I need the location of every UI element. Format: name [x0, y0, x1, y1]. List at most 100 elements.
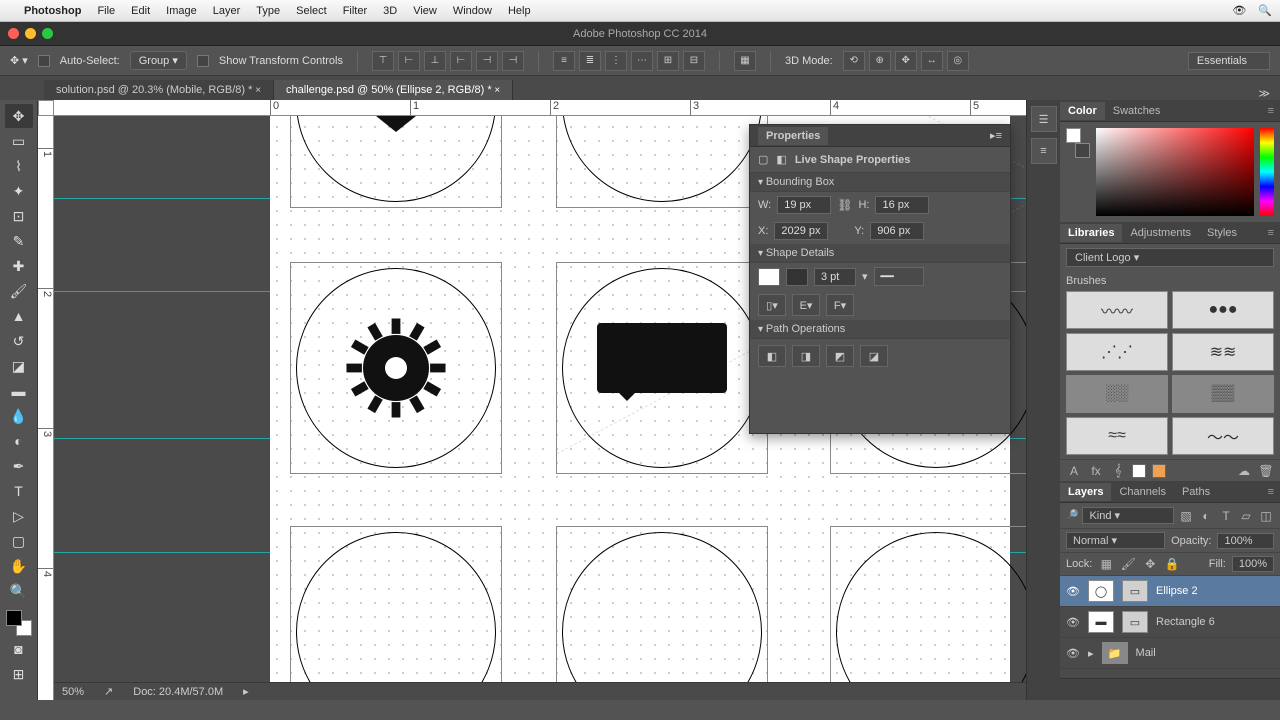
shape-tool-icon[interactable]: ▢	[5, 529, 33, 553]
lock-paint-icon[interactable]: 🖌	[1120, 556, 1136, 572]
crop-tool-icon[interactable]: ⊡	[5, 204, 33, 228]
blend-mode-select[interactable]: Normal ▾	[1066, 532, 1165, 549]
layers-menu-icon[interactable]: ≡	[1262, 486, 1280, 498]
dist-4-icon[interactable]: ⋯	[631, 51, 653, 71]
subtract-icon[interactable]: ◨	[792, 345, 820, 367]
brush-1[interactable]: 〰〰	[1066, 291, 1168, 329]
properties-flyout-icon[interactable]: ▸≡	[990, 129, 1002, 142]
show-transform-checkbox[interactable]	[197, 55, 209, 67]
y-input[interactable]: 906 px	[870, 222, 924, 240]
wand-tool-icon[interactable]: ✦	[5, 179, 33, 203]
h-input[interactable]: 16 px	[875, 196, 929, 214]
lib-menu-icon[interactable]: ≡	[1262, 227, 1280, 239]
w-input[interactable]: 19 px	[777, 196, 831, 214]
properties-tab[interactable]: Properties	[758, 127, 828, 145]
tab-swatches[interactable]: Swatches	[1105, 102, 1169, 120]
stroke-caps-select[interactable]: E▾	[792, 294, 820, 316]
menu-file[interactable]: File	[97, 5, 115, 17]
menu-window[interactable]: Window	[453, 5, 492, 17]
search-icon[interactable]: 🔍	[1258, 4, 1272, 17]
app-name[interactable]: Photoshop	[24, 5, 81, 17]
doc-info[interactable]: Doc: 20.4M/57.0M	[133, 686, 223, 698]
dodge-tool-icon[interactable]: ◐	[5, 429, 33, 453]
export-icon[interactable]: ↗	[104, 685, 113, 698]
menu-type[interactable]: Type	[256, 5, 280, 17]
align-bottom-icon[interactable]: ⊥	[424, 51, 446, 71]
align-hcenter-icon[interactable]: ⊣	[476, 51, 498, 71]
workspace-select[interactable]: Essentials	[1188, 52, 1270, 70]
tab-paths[interactable]: Paths	[1174, 483, 1218, 501]
stroke-swatch[interactable]	[786, 268, 808, 286]
brush-8[interactable]: 〜〜	[1172, 417, 1274, 455]
status-chevron-icon[interactable]: ▸	[243, 685, 249, 698]
roll-3d-icon[interactable]: ⊕	[869, 51, 891, 71]
layer-mail-group[interactable]: 👁 ▸ 📁 Mail	[1060, 638, 1280, 669]
menu-layer[interactable]: Layer	[213, 5, 241, 17]
move-tool-icon[interactable]: ✥	[5, 104, 33, 128]
color-menu-icon[interactable]: ≡	[1262, 105, 1280, 117]
zoom-window-icon[interactable]	[42, 28, 53, 39]
filter-adjust-icon[interactable]: ◐	[1198, 508, 1214, 524]
menu-help[interactable]: Help	[508, 5, 531, 17]
x-input[interactable]: 2029 px	[774, 222, 828, 240]
orbit-3d-icon[interactable]: ⟲	[843, 51, 865, 71]
lib-swatch-white[interactable]	[1132, 464, 1146, 478]
quickmask-icon[interactable]: ◙	[5, 637, 33, 661]
lib-brush-icon[interactable]: 𝄞	[1110, 463, 1126, 479]
dist-2-icon[interactable]: ≣	[579, 51, 601, 71]
opacity-input[interactable]: 100%	[1217, 533, 1274, 549]
align-left-icon[interactable]: ⊢	[450, 51, 472, 71]
dist-1-icon[interactable]: ≡	[553, 51, 575, 71]
eyedropper-tool-icon[interactable]: ✎	[5, 229, 33, 253]
stroke-width-chevron-icon[interactable]: ▾	[862, 270, 868, 283]
fg-bg-swatch[interactable]	[6, 610, 32, 636]
link-wh-icon[interactable]: ⛓	[837, 198, 852, 212]
minimize-window-icon[interactable]	[25, 28, 36, 39]
filter-smart-icon[interactable]: ◫	[1258, 508, 1274, 524]
hand-tool-icon[interactable]: ✋	[5, 554, 33, 578]
brush-2[interactable]: ●●●	[1172, 291, 1274, 329]
tab-adjustments[interactable]: Adjustments	[1122, 224, 1199, 242]
intersect-icon[interactable]: ◩	[826, 345, 854, 367]
brush-3[interactable]: ⋰⋰	[1066, 333, 1168, 371]
heal-tool-icon[interactable]: ✚	[5, 254, 33, 278]
lib-fx-icon[interactable]: fx	[1088, 463, 1104, 479]
close-window-icon[interactable]	[8, 28, 19, 39]
zoom-value[interactable]: 50%	[62, 686, 84, 698]
brush-6[interactable]: ▒▒	[1172, 375, 1274, 413]
fill-input[interactable]: 100%	[1232, 556, 1274, 572]
lib-char-icon[interactable]: A	[1066, 463, 1082, 479]
shape-details-heading[interactable]: ▾ Shape Details	[750, 244, 1010, 263]
tab-libraries[interactable]: Libraries	[1060, 224, 1122, 242]
exclude-icon[interactable]: ◪	[860, 345, 888, 367]
tab-color[interactable]: Color	[1060, 102, 1105, 120]
lock-pos-icon[interactable]: ✥	[1142, 556, 1158, 572]
stroke-width-input[interactable]: 3 pt	[814, 268, 856, 286]
tab-solution[interactable]: solution.psd @ 20.3% (Mobile, RGB/8) * ×	[44, 80, 274, 100]
menu-view[interactable]: View	[413, 5, 437, 17]
marquee-tool-icon[interactable]: ▭	[5, 129, 33, 153]
lock-all-icon[interactable]: 🔒	[1164, 556, 1180, 572]
saturation-field[interactable]	[1096, 128, 1254, 216]
history-brush-tool-icon[interactable]: ↺	[5, 329, 33, 353]
lock-trans-icon[interactable]: ▦	[1098, 556, 1114, 572]
ruler-origin[interactable]	[38, 100, 54, 116]
dist-5-icon[interactable]: ⊞	[657, 51, 679, 71]
path-ops-heading[interactable]: ▾ Path Operations	[750, 320, 1010, 339]
lib-cloud-icon[interactable]: ☁	[1236, 463, 1252, 479]
layer-filter-select[interactable]: Kind ▾	[1082, 507, 1174, 524]
auto-select-checkbox[interactable]	[38, 55, 50, 67]
stroke-corners-select[interactable]: F▾	[826, 294, 854, 316]
align-vcenter-icon[interactable]: ⊢	[398, 51, 420, 71]
tabs-overflow-icon[interactable]: ≫	[1248, 87, 1280, 100]
dock-info-icon[interactable]: ≡	[1031, 138, 1057, 164]
menu-filter[interactable]: Filter	[343, 5, 367, 17]
tab-styles[interactable]: Styles	[1199, 224, 1245, 242]
visibility-icon[interactable]: 👁	[1066, 616, 1080, 629]
dock-history-icon[interactable]: ☰	[1031, 106, 1057, 132]
color-fgbg[interactable]	[1066, 128, 1090, 158]
lasso-tool-icon[interactable]: ⌇	[5, 154, 33, 178]
brush-4[interactable]: ≋≋	[1172, 333, 1274, 371]
bbox-heading[interactable]: ▾ Bounding Box	[750, 173, 1010, 192]
brush-7[interactable]: ≈≈	[1066, 417, 1168, 455]
